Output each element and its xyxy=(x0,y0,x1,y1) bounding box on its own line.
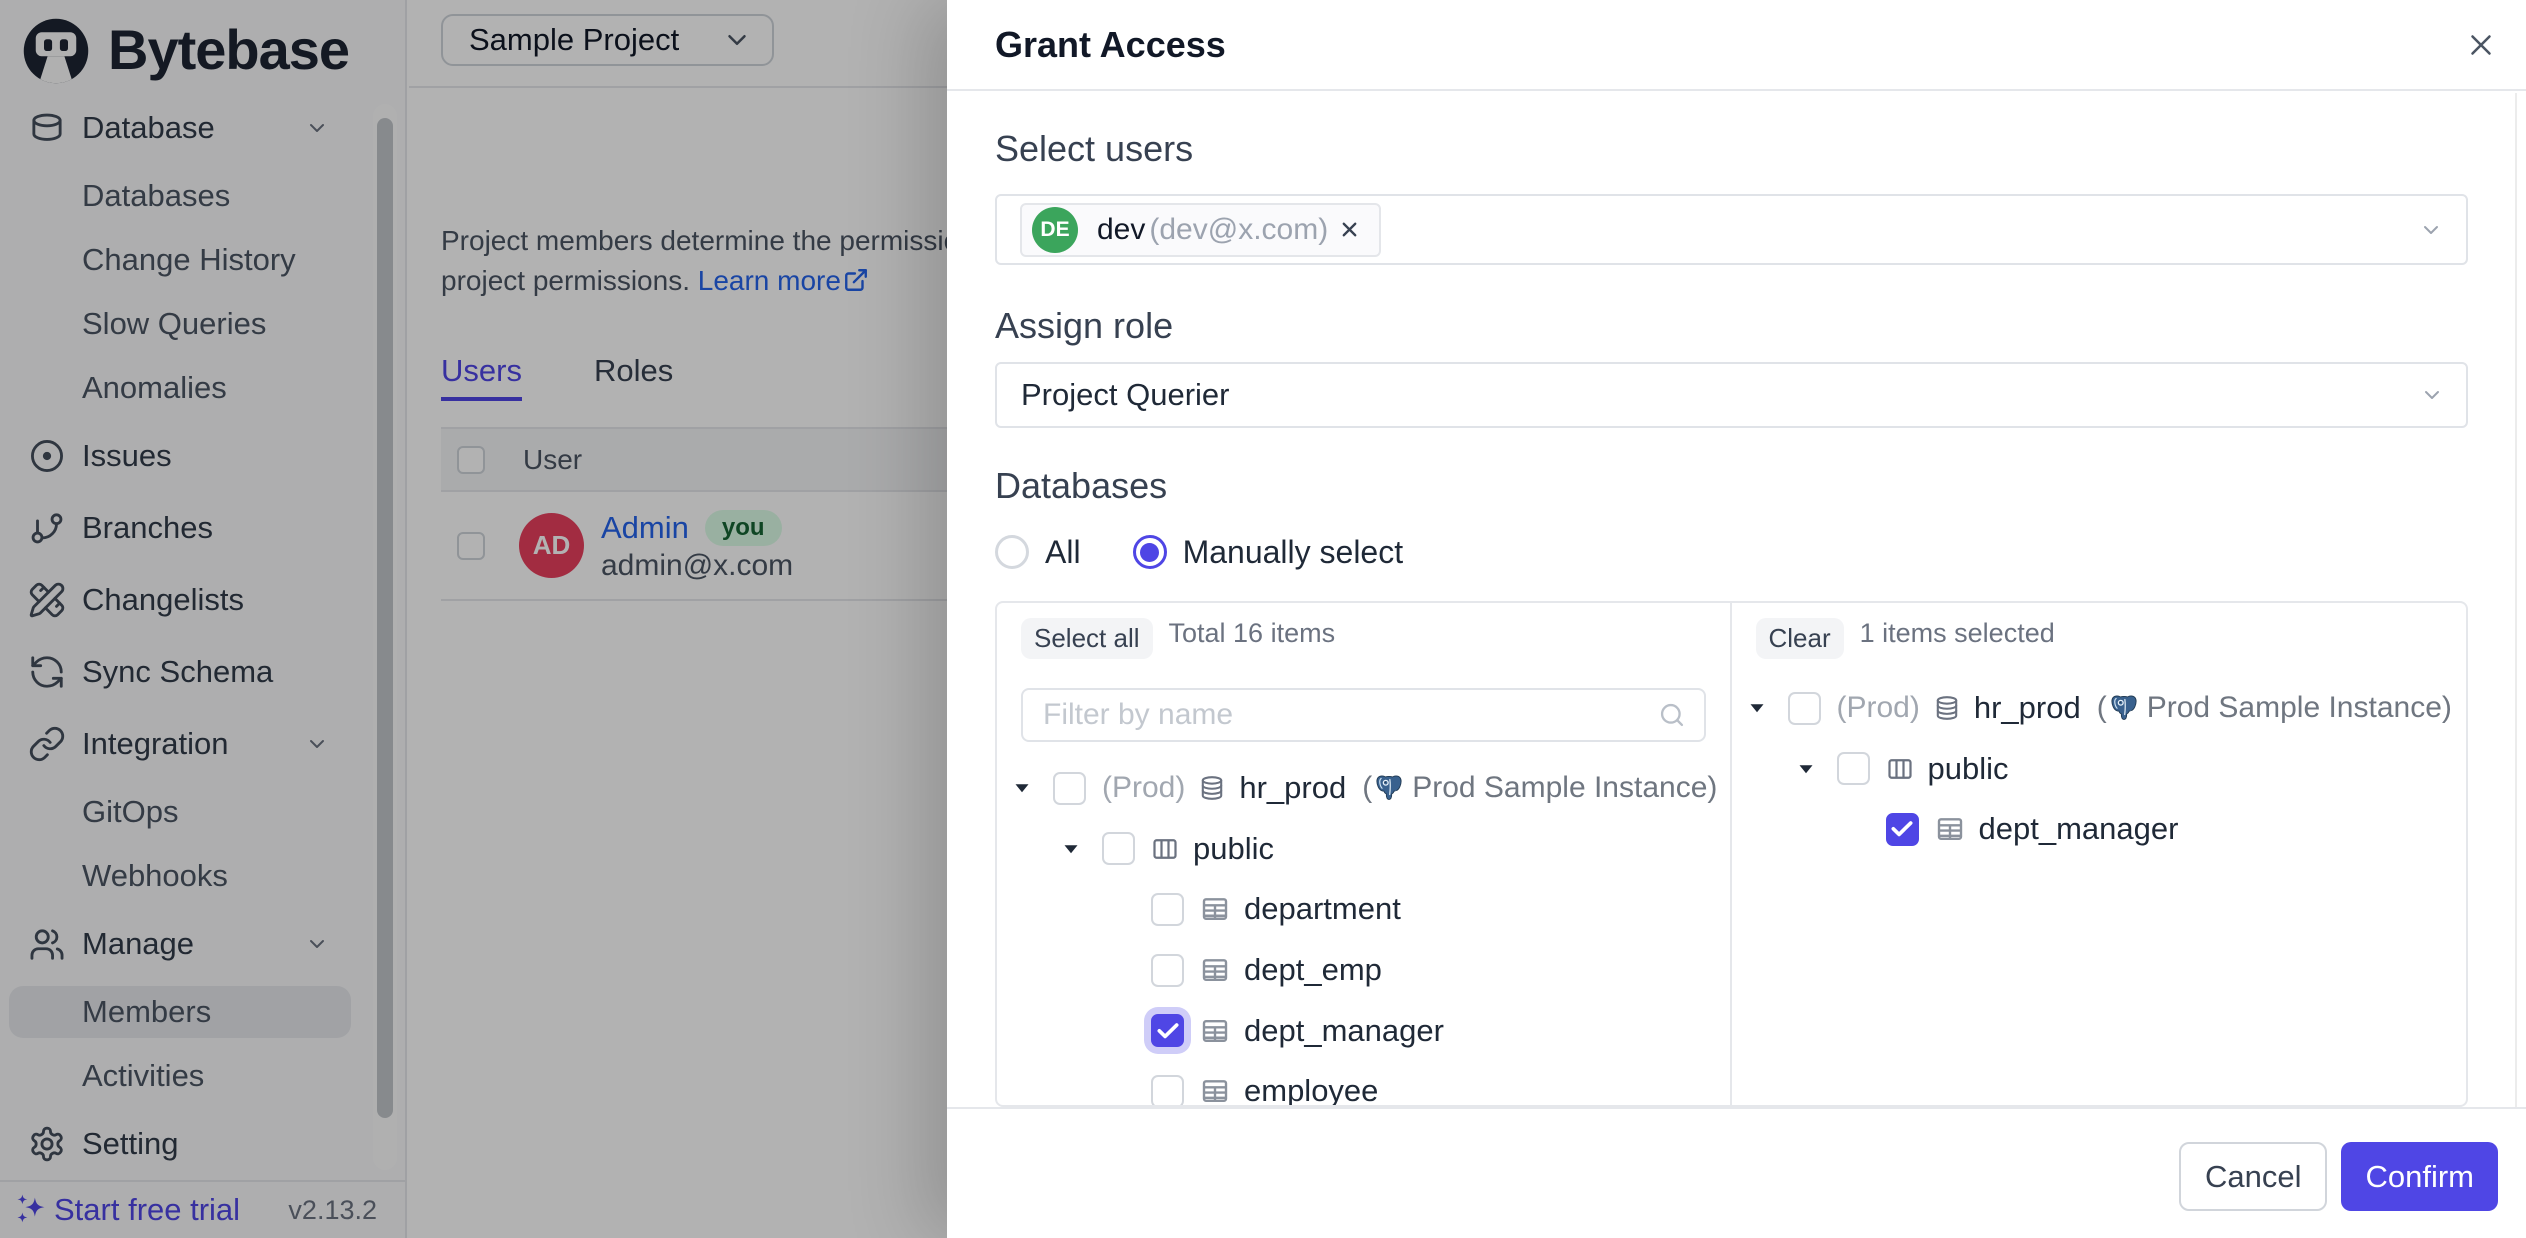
select-all-button[interactable]: Select all xyxy=(1021,618,1153,659)
tree-row-public: public xyxy=(997,819,1730,880)
selected-items-label: 1 items selected xyxy=(1860,618,2055,649)
tree-checkbox-hr_prod[interactable] xyxy=(1788,692,1821,725)
chip-user-email: (dev@x.com) xyxy=(1149,213,1328,247)
total-items-label: Total 16 items xyxy=(1169,618,1336,649)
environment-label: (Prod) xyxy=(1837,691,1920,725)
postgres-icon xyxy=(1374,772,1404,804)
tree-indent xyxy=(1100,889,1140,929)
tree-node-name: dept_manager xyxy=(1244,1013,1444,1049)
selected-user-chip: DE dev (dev@x.com) xyxy=(1020,203,1381,257)
tree-row-hr_prod: (Prod) hr_prod ( Prod Sample Instance) xyxy=(997,758,1730,819)
confirm-button[interactable]: Confirm xyxy=(2341,1142,2498,1211)
tree-indent xyxy=(1100,1071,1140,1107)
tree-node-name: employee xyxy=(1244,1073,1378,1107)
select-users-input[interactable]: DE dev (dev@x.com) xyxy=(995,194,2468,265)
tree-row-hr_prod: (Prod) hr_prod ( Prod Sample Instance) xyxy=(1732,678,2467,739)
tree-row-dept_manager: dept_manager xyxy=(1732,799,2467,860)
assign-role-label: Assign role xyxy=(995,305,2468,347)
tree-checkbox-dept_manager[interactable] xyxy=(1151,1014,1184,1047)
filter-placeholder: Filter by name xyxy=(1043,698,1233,732)
tree-node-name: department xyxy=(1244,891,1401,927)
database-icon xyxy=(1934,694,1960,722)
tree-checkbox-dept_manager[interactable] xyxy=(1886,813,1919,846)
cancel-button[interactable]: Cancel xyxy=(2179,1142,2328,1211)
chevron-down-icon xyxy=(2420,383,2444,407)
tree-node-name: hr_prod xyxy=(1974,690,2081,726)
target-tree: (Prod) hr_prod ( Prod Sample Instance) publi… xyxy=(1732,678,2467,860)
drawer-body: Select users DE dev (dev@x.com) Assign r… xyxy=(947,93,2526,1107)
avatar: DE xyxy=(1032,207,1078,253)
clear-button[interactable]: Clear xyxy=(1756,618,1844,659)
tree-row-department: department xyxy=(997,879,1730,940)
chevron-down-icon xyxy=(2419,218,2443,242)
schema-icon xyxy=(1151,835,1179,863)
tree-checkbox-hr_prod[interactable] xyxy=(1053,772,1086,805)
schema-icon xyxy=(1886,755,1914,783)
table-icon xyxy=(1935,814,1965,844)
tree-indent xyxy=(1100,1011,1140,1051)
tree-node-name: public xyxy=(1928,751,2009,787)
tree-indent xyxy=(1835,809,1875,849)
instance-paren: ( xyxy=(1362,771,1372,805)
table-icon xyxy=(1200,1016,1230,1046)
instance-paren: ( xyxy=(2097,691,2107,725)
transfer-source-pane: Select all Total 16 items Filter by name… xyxy=(997,603,1732,1105)
tree-row-employee: employee xyxy=(997,1061,1730,1107)
tree-row-public: public xyxy=(1732,739,2467,800)
drawer-title: Grant Access xyxy=(995,24,1226,66)
database-transfer: Select all Total 16 items Filter by name… xyxy=(995,601,2468,1107)
postgres-icon xyxy=(2109,692,2139,724)
role-select[interactable]: Project Querier xyxy=(995,362,2468,428)
table-icon xyxy=(1200,1076,1230,1106)
tree-node-name: dept_emp xyxy=(1244,952,1382,988)
radio-all[interactable] xyxy=(995,535,1029,569)
tree-checkbox-department[interactable] xyxy=(1151,893,1184,926)
tree-node-name: dept_manager xyxy=(1979,811,2179,847)
caret-down-icon[interactable] xyxy=(1051,829,1091,869)
instance-name: Prod Sample Instance) xyxy=(2147,691,2452,725)
tree-checkbox-public[interactable] xyxy=(1837,752,1870,785)
bytebase-app: Bytebase DatabaseDatabasesChange History… xyxy=(0,0,2526,1238)
radio-manually-select-label: Manually select xyxy=(1183,534,1404,571)
grant-access-drawer: Grant Access Select users DE dev (dev@x.… xyxy=(947,0,2526,1238)
chip-user-name: dev xyxy=(1097,213,1145,247)
database-icon xyxy=(1199,774,1225,802)
caret-down-icon[interactable] xyxy=(1002,768,1042,808)
tree-checkbox-dept_emp[interactable] xyxy=(1151,954,1184,987)
caret-down-icon[interactable] xyxy=(1737,688,1777,728)
remove-user-icon[interactable] xyxy=(1338,218,1361,241)
table-icon xyxy=(1200,894,1230,924)
environment-label: (Prod) xyxy=(1102,771,1185,805)
select-users-label: Select users xyxy=(995,128,2468,170)
drawer-header: Grant Access xyxy=(947,0,2526,91)
transfer-target-pane: Clear 1 items selected (Prod)hr_prod(Pro… xyxy=(1732,603,2467,1105)
tree-node-name: hr_prod xyxy=(1239,770,1346,806)
databases-label: Databases xyxy=(995,465,2468,507)
filter-input[interactable]: Filter by name xyxy=(1021,688,1706,742)
instance-name: Prod Sample Instance) xyxy=(1412,771,1717,805)
radio-manually-select[interactable] xyxy=(1133,535,1167,569)
search-icon xyxy=(1658,701,1686,729)
radio-all-label: All xyxy=(1045,534,1081,571)
tree-checkbox-employee[interactable] xyxy=(1151,1075,1184,1107)
drawer-scrollbar-gutter xyxy=(2515,93,2517,1107)
role-select-value: Project Querier xyxy=(1021,377,1229,413)
caret-down-icon[interactable] xyxy=(1786,749,1826,789)
close-icon[interactable] xyxy=(2464,28,2498,62)
tree-row-dept_emp: dept_emp xyxy=(997,940,1730,1001)
source-tree: (Prod) hr_prod ( Prod Sample Instance) publi… xyxy=(997,758,1730,1107)
database-scope-radios: All Manually select xyxy=(995,531,2468,573)
drawer-footer: Cancel Confirm xyxy=(947,1107,2526,1238)
tree-row-dept_manager: dept_manager xyxy=(997,1000,1730,1061)
tree-node-name: public xyxy=(1193,831,1274,867)
tree-indent xyxy=(1100,950,1140,990)
table-icon xyxy=(1200,955,1230,985)
tree-checkbox-public[interactable] xyxy=(1102,832,1135,865)
